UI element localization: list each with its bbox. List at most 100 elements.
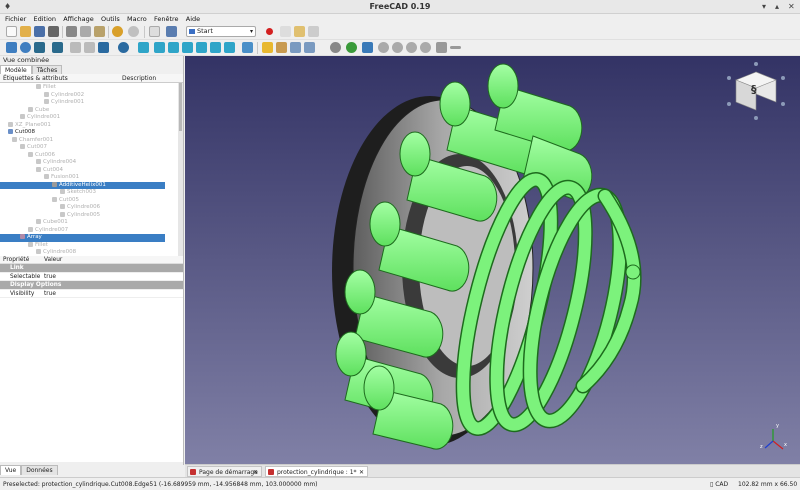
tab-donnees[interactable]: Données (21, 465, 58, 475)
refresh-icon[interactable] (149, 26, 160, 37)
tree-item-icon (52, 181, 57, 187)
tree-item[interactable]: Cylindre001 (0, 99, 165, 107)
group-folder-icon[interactable] (276, 42, 287, 53)
view-front-icon[interactable] (154, 42, 165, 53)
navcube-face-label[interactable]: § (751, 83, 757, 96)
fit-selection-icon[interactable] (20, 42, 31, 53)
draw-style-icon[interactable] (34, 42, 45, 53)
tab-label: Page de démarrage (199, 469, 258, 476)
tree-item[interactable]: Cylindre008 (0, 249, 165, 256)
freecad-doc-icon (268, 469, 274, 475)
tab-start-page[interactable]: Page de démarrage ✕ (187, 466, 262, 477)
property-group-display[interactable]: Display Options (0, 281, 183, 290)
fit-all-icon[interactable] (6, 42, 17, 53)
view-isometric-icon[interactable] (138, 42, 149, 53)
forward-arrow-icon[interactable] (84, 42, 95, 53)
tree-item[interactable]: Fillet (0, 84, 165, 92)
whats-this-icon[interactable] (166, 26, 177, 37)
model-tree[interactable]: Cylindre008 Fillet Array Cylindre007 Cube001… (0, 83, 183, 256)
tree-item[interactable]: Cylindre001 (0, 114, 165, 122)
new-document-icon[interactable] (6, 26, 17, 37)
tree-item[interactable]: Cut006 (0, 151, 165, 160)
web-forward-icon[interactable] (392, 42, 403, 53)
no-entry-icon[interactable] (330, 42, 341, 53)
tree-item[interactable]: Cut007 (0, 144, 165, 152)
view-top-icon[interactable] (168, 42, 179, 53)
menu-macro[interactable]: Macro (127, 14, 147, 24)
back-arrow-icon[interactable] (70, 42, 81, 53)
macro-record-icon[interactable] (266, 28, 273, 35)
menu-outils[interactable]: Outils (101, 14, 120, 24)
view-right-icon[interactable] (182, 42, 193, 53)
tree-item[interactable]: Chamfer001 (0, 136, 165, 145)
tree-item[interactable]: Cube (0, 106, 165, 115)
close-icon[interactable]: ✕ (788, 2, 795, 11)
cut-icon[interactable] (66, 26, 77, 37)
3d-viewport[interactable]: § x y z (185, 56, 800, 464)
property-row-visibility[interactable]: Visibility true (0, 290, 183, 299)
paste-icon[interactable] (94, 26, 105, 37)
web-back-icon[interactable] (378, 42, 389, 53)
menu-affichage[interactable]: Affichage (63, 14, 94, 24)
view-left-icon[interactable] (224, 42, 235, 53)
tab-vue[interactable]: Vue (0, 465, 22, 475)
property-row-selectable[interactable]: Selectable true (0, 273, 183, 282)
navigation-style[interactable]: ▯ CAD (710, 478, 728, 490)
tree-item[interactable]: Cylindre002 (0, 91, 165, 100)
web-home-icon[interactable] (346, 42, 357, 53)
part-icon[interactable] (262, 42, 273, 53)
tree-column-labels[interactable]: Étiquettes & attributs (3, 74, 68, 83)
menu-fenetre[interactable]: Fenêtre (154, 14, 179, 24)
save-icon[interactable] (34, 26, 45, 37)
tree-item[interactable]: Cylindre004 (0, 159, 165, 167)
menu-edition[interactable]: Edition (33, 14, 56, 24)
tree-item[interactable]: Cylindre007 (0, 226, 165, 235)
tree-item[interactable]: Cut004 (0, 166, 165, 175)
tree-item[interactable]: Cut005 (0, 196, 165, 205)
tree-item[interactable]: Cut008 (0, 129, 165, 137)
menu-fichier[interactable]: Fichier (5, 14, 26, 24)
zoom-out-icon[interactable] (450, 46, 461, 49)
macro-edit-icon[interactable] (294, 26, 305, 37)
web-stop-icon[interactable] (420, 42, 431, 53)
tree-item-label: Cylindre006 (67, 204, 101, 210)
undo-icon[interactable] (112, 26, 123, 37)
zoom-in-icon[interactable] (436, 42, 447, 53)
redo-icon[interactable] (128, 26, 139, 37)
property-group-link[interactable]: Link (0, 264, 183, 273)
tree-item[interactable]: Fusion001 (0, 174, 165, 182)
tree-item[interactable]: Fillet (0, 241, 165, 250)
macro-run-icon[interactable] (308, 26, 319, 37)
open-folder-icon[interactable] (20, 26, 31, 37)
tree-item[interactable]: Cylindre005 (0, 211, 165, 220)
stereo-icon[interactable] (98, 42, 109, 53)
tree-item[interactable]: Cube001 (0, 219, 165, 227)
link-icon[interactable] (290, 42, 301, 53)
minimize-icon[interactable]: ▾ (762, 2, 766, 11)
link-actions-icon[interactable] (304, 42, 315, 53)
view-rear-icon[interactable] (196, 42, 207, 53)
tree-item[interactable]: XZ_Plane001 (0, 121, 165, 130)
view-bottom-icon[interactable] (210, 42, 221, 53)
tree-item-label: Cut006 (35, 151, 55, 158)
tree-column-description[interactable]: Description (122, 74, 156, 83)
menu-aide[interactable]: Aide (186, 14, 200, 24)
web-refresh-icon[interactable] (406, 42, 417, 53)
bounding-box-icon[interactable] (52, 42, 63, 53)
tree-item[interactable]: Array (0, 234, 165, 242)
copy-icon[interactable] (80, 26, 91, 37)
macro-stop-icon[interactable] (280, 26, 291, 37)
print-icon[interactable] (48, 26, 59, 37)
tree-item[interactable]: Sketch003 (0, 189, 165, 197)
zoom-icon[interactable] (118, 42, 129, 53)
tree-item[interactable]: Cylindre006 (0, 204, 165, 212)
property-value[interactable]: true (44, 273, 56, 282)
property-value[interactable]: true (44, 290, 56, 299)
tab-protection-cylindrique[interactable]: protection_cylindrique : 1* ✕ (265, 466, 368, 477)
tree-item[interactable]: AdditiveHelix001 (0, 181, 165, 189)
tree-scrollbar[interactable] (178, 83, 183, 256)
measure-icon[interactable] (242, 42, 253, 53)
web-arrow-icon[interactable] (362, 42, 373, 53)
workbench-selector[interactable]: Start ▾ (186, 26, 256, 37)
maximize-icon[interactable]: ▴ (775, 2, 779, 11)
